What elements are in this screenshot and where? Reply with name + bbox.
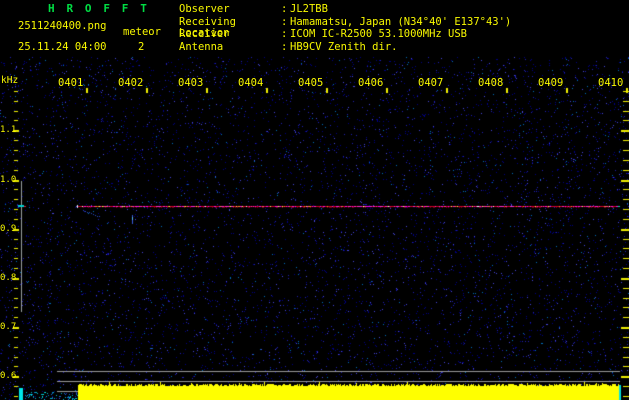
station-info-block: Observer: JL2TBB Receiving Location: Hamama… [179,4,511,55]
datetime-label: 25.11.24 04:00 [18,41,107,53]
time-tick-label: 0408 [478,77,504,89]
info-value: JL2TBB [290,3,328,15]
echo-count: 2 [138,41,145,53]
info-label: Antenna [179,41,224,54]
mode-label: meteor [123,26,161,38]
time-tick-label: 0407 [418,77,444,89]
info-value: HB9CV Zenith dir. [290,41,398,54]
time-tick-label: 0402 [118,77,144,89]
freq-tick-label: 1.1 [0,125,17,135]
freq-tick-label: 0.7 [0,322,17,332]
hrofft-screen: H R O F F T 2511240400.png meteor 25.11.… [0,0,629,400]
time-tick-label: 0405 [298,77,324,89]
time-tick-label: 0401 [58,77,84,89]
frequency-axis-unit: kHz [1,75,19,86]
time-tick-label: 0409 [538,77,564,89]
time-tick-label: 0410 [598,77,624,89]
freq-tick-label: 0.8 [0,273,17,283]
freq-tick-label: 1.0 [0,175,17,185]
app-title: H R O F F T [48,2,150,15]
time-tick-label: 0403 [178,77,204,89]
freq-tick-label: 0.9 [0,224,17,234]
info-separator: : [281,41,288,54]
station-info-row: Antenna: HB9CV Zenith dir. [179,42,511,55]
station-info-row: Observer: JL2TBB [179,4,511,17]
output-filename: 2511240400.png [18,20,107,32]
time-tick-label: 0406 [358,77,384,89]
time-tick-label: 0404 [238,77,264,89]
spectrogram-canvas [0,0,629,400]
info-separator: : [281,3,288,15]
info-label: Observer [179,3,230,15]
freq-tick-label: 0.6 [0,371,17,381]
